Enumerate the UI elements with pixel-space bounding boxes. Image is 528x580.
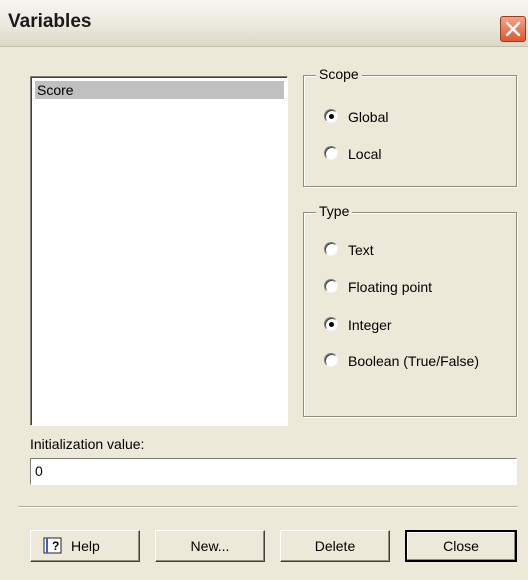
radio-button-icon — [324, 353, 338, 367]
variables-dialog: Variables Score Scope Global Local Type … — [0, 0, 528, 580]
close-button[interactable]: Close — [405, 530, 517, 562]
type-group: Type Text Floating point Integer Boolean… — [303, 203, 517, 417]
close-window-button[interactable] — [500, 16, 526, 42]
delete-button[interactable]: Delete — [280, 530, 390, 562]
radio-button-icon — [324, 279, 338, 293]
svg-text:?: ? — [52, 539, 59, 553]
title-bar[interactable]: Variables — [0, 0, 528, 47]
radio-button-icon — [324, 109, 338, 123]
scope-group: Scope Global Local — [303, 66, 517, 187]
separator — [18, 506, 518, 508]
radio-button-icon — [324, 317, 338, 331]
type-group-label: Type — [316, 203, 353, 219]
scope-group-label: Scope — [316, 66, 362, 82]
close-icon — [505, 21, 521, 37]
list-item-score[interactable]: Score — [35, 81, 284, 99]
radio-button-icon — [324, 242, 338, 256]
initialization-value-input[interactable]: 0 — [30, 458, 517, 485]
initialization-value-label: Initialization value: — [30, 436, 145, 452]
new-button[interactable]: New... — [155, 530, 265, 562]
help-button[interactable]: ? Help — [30, 530, 140, 562]
radio-button-icon — [324, 146, 338, 160]
window-title: Variables — [8, 11, 92, 32]
help-book-icon: ? — [43, 537, 62, 554]
variables-listbox[interactable]: Score — [30, 76, 288, 426]
